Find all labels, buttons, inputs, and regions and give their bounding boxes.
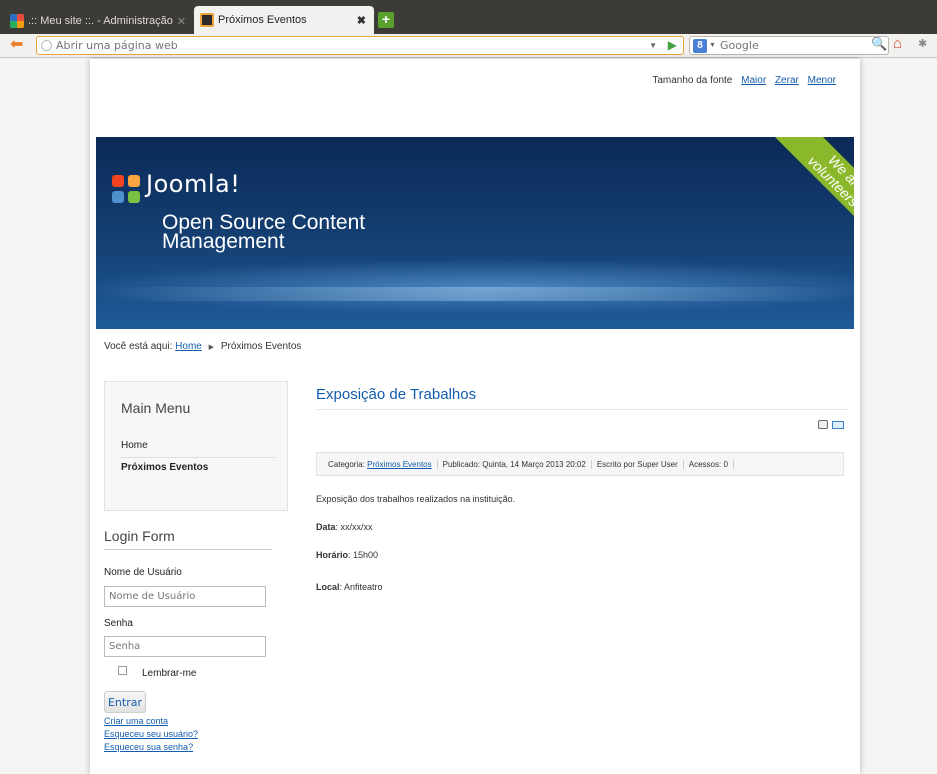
- breadcrumb-current: Próximos Eventos: [220, 341, 302, 352]
- font-bigger-link[interactable]: Maior: [741, 75, 766, 86]
- forgot-password-link[interactable]: Esqueceu sua senha?: [104, 742, 193, 752]
- main-menu-module: Main Menu Home Próximos Eventos: [104, 381, 288, 511]
- article-hits: Acessos: 0: [684, 459, 734, 469]
- font-size-label: Tamanho da fonte: [652, 75, 733, 86]
- search-engine-icon[interactable]: 8: [693, 38, 707, 53]
- breadcrumb-separator-icon: ▶: [208, 344, 215, 351]
- tab-proximos-eventos[interactable]: Próximos Eventos ✖: [194, 6, 374, 34]
- login-form-title: Login Form: [104, 528, 272, 550]
- article-category: Categoria: Próximos Eventos: [323, 459, 438, 469]
- font-smaller-link[interactable]: Menor: [808, 75, 836, 86]
- site-header-banner: Joomla! Open Source Content Management W…: [96, 137, 854, 329]
- volunteers-ribbon: We are volunteers !: [768, 137, 854, 252]
- article-field-data: Data: xx/xx/xx: [316, 522, 373, 532]
- field-label: Horário: [316, 550, 349, 560]
- joomla-favicon-icon: [200, 13, 214, 27]
- menu-item-proximos-eventos[interactable]: Próximos Eventos: [121, 462, 275, 473]
- go-arrow-icon[interactable]: ▶: [668, 38, 677, 52]
- field-label: Local: [316, 582, 340, 592]
- joomla-logo-text[interactable]: Joomla!: [146, 170, 240, 198]
- breadcrumb-prefix: Você está aqui:: [104, 341, 173, 352]
- login-submit-button[interactable]: Entrar: [104, 691, 146, 713]
- field-value: : Anfiteatro: [339, 582, 383, 592]
- username-label: Nome de Usuário: [104, 567, 182, 578]
- print-icon[interactable]: [818, 420, 828, 429]
- article-body: Exposição dos trabalhos realizados na in…: [316, 494, 516, 504]
- category-prefix: Categoria:: [328, 459, 365, 469]
- breadcrumb-home-link[interactable]: Home: [175, 341, 202, 352]
- field-value: : xx/xx/xx: [335, 522, 373, 532]
- tab-title: Próximos Eventos: [218, 14, 307, 26]
- article-published: Publicado: Quinta, 14 Março 2013 20:02: [438, 459, 592, 469]
- address-input[interactable]: [56, 39, 636, 52]
- header-tagline: Open Source Content Management: [162, 211, 366, 253]
- font-size-controls: Tamanho da fonte Maior Zerar Menor: [652, 75, 836, 86]
- addon-icon[interactable]: ✱: [918, 37, 927, 50]
- search-bar[interactable]: 8 ▼: [689, 36, 889, 55]
- close-tab-icon[interactable]: ✕: [177, 15, 186, 28]
- address-bar[interactable]: ▼ ▶: [36, 36, 684, 55]
- username-input[interactable]: [104, 586, 266, 607]
- article-title[interactable]: Exposição de Trabalhos: [316, 386, 848, 410]
- site-container: Tamanho da fonte Maior Zerar Menor Jooml…: [90, 59, 860, 774]
- page-viewport: Tamanho da fonte Maior Zerar Menor Jooml…: [0, 59, 937, 774]
- font-reset-link[interactable]: Zerar: [775, 75, 799, 86]
- remember-me-checkbox[interactable]: [118, 666, 127, 675]
- back-arrow-icon[interactable]: ⬅: [10, 37, 23, 53]
- header-wave-line: [96, 287, 854, 301]
- password-label: Senha: [104, 618, 133, 629]
- field-value: : 15h00: [348, 550, 379, 560]
- email-icon[interactable]: [832, 421, 844, 429]
- search-magnifier-icon[interactable]: 🔍: [871, 36, 887, 52]
- history-dropdown-icon[interactable]: ▼: [649, 41, 657, 50]
- close-tab-icon[interactable]: ✖: [357, 14, 366, 27]
- category-link[interactable]: Próximos Eventos: [367, 460, 431, 469]
- joomla-favicon-icon: [10, 14, 24, 28]
- password-input[interactable]: [104, 636, 266, 657]
- tab-admin[interactable]: .:: Meu site ::. - Administração ✕: [4, 8, 194, 34]
- article-author: Escrito por Super User: [592, 459, 684, 469]
- tab-strip: .:: Meu site ::. - Administração ✕ Próxi…: [0, 0, 937, 34]
- forgot-username-link[interactable]: Esqueceu seu usuário?: [104, 729, 198, 739]
- tab-title: .:: Meu site ::. - Administração: [28, 15, 173, 27]
- field-label: Data: [316, 522, 336, 532]
- breadcrumb: Você está aqui: Home ▶ Próximos Eventos: [104, 341, 301, 352]
- search-input[interactable]: [719, 39, 850, 52]
- article-field-horario: Horário: 15h00: [316, 550, 378, 560]
- navigation-toolbar: ⬅ ▼ ▶ 8 ▼: [0, 34, 937, 58]
- new-tab-button[interactable]: +: [378, 12, 394, 28]
- site-identity-icon[interactable]: [41, 40, 52, 51]
- home-icon[interactable]: ⌂: [893, 35, 902, 52]
- engine-dropdown-icon[interactable]: ▼: [709, 42, 716, 49]
- article-field-local: Local: Anfiteatro: [316, 582, 383, 592]
- remember-me-label: Lembrar-me: [142, 668, 197, 679]
- joomla-logo-icon[interactable]: [112, 175, 140, 203]
- menu-item-home[interactable]: Home: [121, 440, 275, 458]
- article-info-bar: Categoria: Próximos Eventos Publicado: Q…: [316, 452, 844, 476]
- main-menu-title: Main Menu: [121, 400, 191, 416]
- create-account-link[interactable]: Criar uma conta: [104, 716, 168, 726]
